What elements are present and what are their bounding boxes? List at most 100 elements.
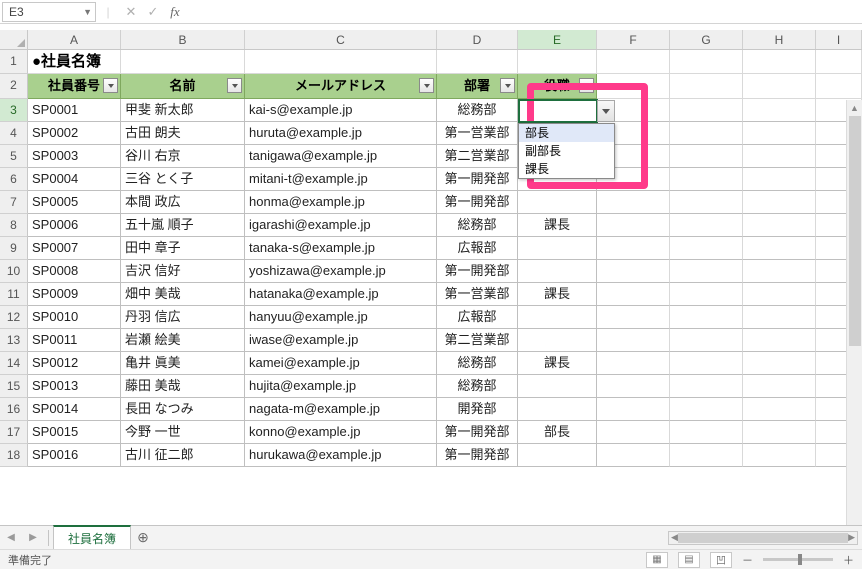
cell[interactable]: SP0010: [28, 306, 121, 329]
cell[interactable]: [743, 145, 816, 168]
cell[interactable]: 第一営業部: [437, 283, 518, 306]
cell[interactable]: [597, 375, 670, 398]
col-header-a[interactable]: A: [28, 30, 121, 49]
cell[interactable]: hurukawa@example.jp: [245, 444, 437, 467]
cell[interactable]: 総務部: [437, 99, 518, 122]
filter-icon[interactable]: [419, 78, 434, 93]
row-header[interactable]: 7: [0, 191, 28, 214]
cell[interactable]: [743, 444, 816, 467]
cell[interactable]: 今野 一世: [121, 421, 245, 444]
row-header[interactable]: 1: [0, 50, 28, 74]
cell[interactable]: 第一開発部: [437, 444, 518, 467]
row-header[interactable]: 18: [0, 444, 28, 467]
cell[interactable]: 第一営業部: [437, 122, 518, 145]
cell[interactable]: huruta@example.jp: [245, 122, 437, 145]
cell[interactable]: [816, 50, 862, 74]
tab-nav-prev-icon[interactable]: ◀: [0, 532, 22, 543]
cell[interactable]: 田中 章子: [121, 237, 245, 260]
cell[interactable]: SP0007: [28, 237, 121, 260]
select-all-corner[interactable]: [0, 30, 28, 49]
cell[interactable]: SP0015: [28, 421, 121, 444]
dropdown-arrow-icon[interactable]: [597, 100, 615, 122]
cell[interactable]: [743, 99, 816, 122]
row-header[interactable]: 2: [0, 74, 28, 99]
scrollbar-thumb[interactable]: [849, 116, 861, 346]
cell[interactable]: [816, 74, 862, 99]
row-header[interactable]: 8: [0, 214, 28, 237]
cell[interactable]: [670, 444, 743, 467]
cell[interactable]: 古田 朗夫: [121, 122, 245, 145]
cell[interactable]: 三谷 とく子: [121, 168, 245, 191]
normal-view-button[interactable]: ▦: [646, 552, 668, 568]
cell[interactable]: igarashi@example.jp: [245, 214, 437, 237]
cell[interactable]: [743, 74, 816, 99]
cell[interactable]: [597, 191, 670, 214]
cell[interactable]: 岩瀬 絵美: [121, 329, 245, 352]
row-header[interactable]: 12: [0, 306, 28, 329]
cell[interactable]: [670, 352, 743, 375]
cell[interactable]: 第二営業部: [437, 145, 518, 168]
cell[interactable]: 第一開発部: [437, 168, 518, 191]
dropdown-item[interactable]: 副部長: [519, 142, 614, 160]
cell[interactable]: [597, 74, 670, 99]
th-role[interactable]: 役職: [518, 74, 597, 99]
col-header-d[interactable]: D: [437, 30, 518, 49]
cell[interactable]: [597, 306, 670, 329]
cell[interactable]: tanigawa@example.jp: [245, 145, 437, 168]
cell[interactable]: SP0012: [28, 352, 121, 375]
cell[interactable]: [518, 444, 597, 467]
name-box[interactable]: E3 ▼: [2, 2, 96, 22]
col-header-i[interactable]: I: [816, 30, 862, 49]
zoom-slider[interactable]: [763, 558, 833, 561]
cell[interactable]: [743, 375, 816, 398]
cell[interactable]: [670, 168, 743, 191]
row-header[interactable]: 16: [0, 398, 28, 421]
cell[interactable]: [597, 237, 670, 260]
cell[interactable]: SP0006: [28, 214, 121, 237]
cell[interactable]: [670, 50, 743, 74]
th-mail[interactable]: メールアドレス: [245, 74, 437, 99]
page-layout-view-button[interactable]: ▤: [678, 552, 700, 568]
cell[interactable]: [245, 50, 437, 74]
cell[interactable]: [743, 283, 816, 306]
cell[interactable]: [518, 260, 597, 283]
cell[interactable]: [597, 329, 670, 352]
cell[interactable]: SP0002: [28, 122, 121, 145]
cell[interactable]: SP0013: [28, 375, 121, 398]
row-header[interactable]: 11: [0, 283, 28, 306]
row-header[interactable]: 6: [0, 168, 28, 191]
cell[interactable]: [743, 122, 816, 145]
cell[interactable]: [743, 352, 816, 375]
cell[interactable]: 第一開発部: [437, 421, 518, 444]
row-header[interactable]: 5: [0, 145, 28, 168]
col-header-c[interactable]: C: [245, 30, 437, 49]
cell[interactable]: 第一開発部: [437, 260, 518, 283]
cell[interactable]: [597, 421, 670, 444]
cell[interactable]: 総務部: [437, 375, 518, 398]
cell[interactable]: [597, 260, 670, 283]
cell[interactable]: 亀井 眞美: [121, 352, 245, 375]
cell[interactable]: 古川 征二郎: [121, 444, 245, 467]
cell[interactable]: 総務部: [437, 352, 518, 375]
cell[interactable]: hanyuu@example.jp: [245, 306, 437, 329]
row-header[interactable]: 17: [0, 421, 28, 444]
cell[interactable]: [743, 306, 816, 329]
filter-icon[interactable]: [579, 78, 594, 93]
cell[interactable]: [518, 50, 597, 74]
cell[interactable]: SP0009: [28, 283, 121, 306]
filter-icon[interactable]: [500, 78, 515, 93]
tab-nav-next-icon[interactable]: ▶: [22, 532, 44, 543]
cell[interactable]: SP0004: [28, 168, 121, 191]
cell[interactable]: 総務部: [437, 214, 518, 237]
cell[interactable]: konno@example.jp: [245, 421, 437, 444]
cell[interactable]: SP0014: [28, 398, 121, 421]
cell[interactable]: [597, 50, 670, 74]
cell[interactable]: 課長: [518, 352, 597, 375]
cell[interactable]: 長田 なつみ: [121, 398, 245, 421]
cell[interactable]: [670, 191, 743, 214]
cell[interactable]: [518, 191, 597, 214]
th-dept[interactable]: 部署: [437, 74, 518, 99]
col-header-b[interactable]: B: [121, 30, 245, 49]
th-id[interactable]: 社員番号: [28, 74, 121, 99]
cell[interactable]: nagata-m@example.jp: [245, 398, 437, 421]
